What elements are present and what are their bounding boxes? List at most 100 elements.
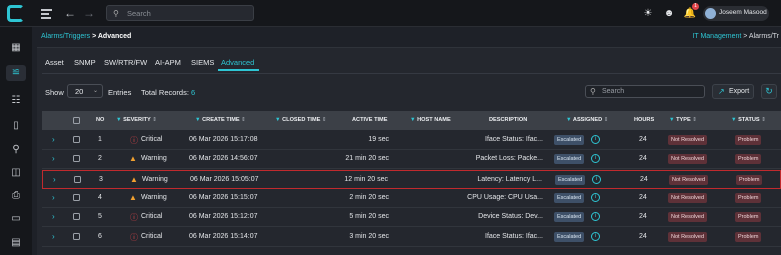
sort-icon: ⇕ — [603, 117, 609, 123]
cell-hours: 24 — [639, 155, 647, 162]
type-badge: Not Resolved — [668, 135, 708, 145]
col-host-name[interactable]: ▼ HOST NAME — [410, 117, 451, 123]
row-checkbox[interactable] — [73, 194, 80, 201]
magnifier-icon[interactable]: ⚲ — [10, 144, 22, 156]
table-row[interactable]: › 5 ⓘ Critical 06 Mar 2026 15:12:07 5 min 20 … — [42, 208, 781, 227]
info-icon[interactable]: i — [591, 232, 600, 241]
expand-row-icon[interactable]: › — [52, 193, 55, 202]
cell-hours: 24 — [639, 194, 647, 201]
export-button[interactable]: ↗ Export — [712, 84, 754, 99]
tab-advanced[interactable]: Advanced — [221, 58, 254, 67]
cell-description: Iface Status: Ifac... — [485, 136, 543, 143]
info-icon[interactable]: i — [591, 135, 600, 144]
table-row[interactable]: › 2 ▲ Warning 06 Mar 2026 14:56:07 21 min 20 … — [42, 150, 781, 169]
row-checkbox[interactable] — [73, 213, 80, 220]
sort-icon: ⇕ — [321, 117, 327, 123]
col-create-time[interactable]: ▼ CREATE TIME ⇕ — [195, 117, 246, 123]
col-type[interactable]: ▼ TYPE ⇕ — [669, 117, 697, 123]
table-search-input[interactable]: ⚲ Search — [585, 85, 705, 98]
cell-severity: Critical — [141, 136, 163, 143]
app-logo[interactable] — [7, 5, 24, 22]
info-icon[interactable]: i — [591, 212, 600, 221]
cell-no: 5 — [98, 213, 102, 220]
info-icon[interactable]: i — [592, 175, 601, 184]
type-badge: Not Resolved — [668, 212, 708, 222]
warning-icon: ▲ — [129, 154, 137, 163]
devices-icon[interactable]: ◫ — [10, 167, 22, 179]
table-row[interactable]: › 3 ▲ Warning 06 Mar 2026 15:05:07 12 min 20 … — [42, 170, 781, 189]
page-size-select[interactable]: 20 ⌄ — [67, 84, 103, 98]
total-records-value: 6 — [191, 88, 196, 97]
info-icon[interactable]: i — [591, 154, 600, 163]
status-badge: Problem — [736, 175, 763, 185]
export-label: Export — [729, 88, 750, 95]
breadcrumb-root[interactable]: IT Management — [692, 33, 741, 40]
row-checkbox[interactable] — [73, 233, 80, 240]
tab-ai-apm[interactable]: AI-APM — [155, 58, 181, 67]
table-row[interactable]: › 6 ⓘ Critical 06 Mar 2026 15:14:07 3 min 20 … — [42, 228, 781, 247]
type-badge: Not Resolved — [669, 175, 709, 185]
col-closed-time[interactable]: ▼ CLOSED TIME ⇕ — [275, 117, 327, 123]
arrow-right-icon[interactable]: → — [83, 6, 95, 20]
avatar — [705, 8, 716, 19]
sidebar: ▦ ≌ ☷ ▯ ⚲ ◫ ⎙ ▭ ▤ — [0, 27, 32, 255]
warning-icon: ▲ — [130, 175, 138, 184]
col-description: DESCRIPTION — [489, 117, 528, 123]
filter-icon: ▼ — [669, 117, 675, 123]
expand-row-icon[interactable]: › — [52, 212, 55, 221]
sun-icon[interactable]: ☀ — [641, 7, 655, 21]
menu-icon[interactable] — [41, 9, 52, 19]
user-circle-icon[interactable]: ☻ — [662, 7, 676, 21]
cell-active-time: 12 min 20 sec — [344, 176, 388, 183]
user-menu[interactable]: Joseem Masood — [703, 6, 769, 21]
cell-severity: Warning — [141, 194, 167, 201]
global-search-input[interactable]: ⚲ Search — [106, 5, 254, 21]
expand-row-icon[interactable]: › — [52, 154, 55, 163]
expand-row-icon[interactable]: › — [52, 232, 55, 241]
col-type-label: TYPE — [676, 117, 691, 123]
user-name: Joseem Masood — [719, 9, 767, 16]
info-icon[interactable]: i — [591, 193, 600, 202]
network-icon[interactable]: ≌ — [6, 65, 26, 81]
row-checkbox[interactable] — [73, 136, 80, 143]
tab-snmp[interactable]: SNMP — [74, 58, 96, 67]
row-checkbox[interactable] — [74, 176, 81, 183]
critical-icon: ⓘ — [130, 136, 138, 145]
dashboard-icon[interactable]: ▦ — [10, 42, 22, 54]
expand-row-icon[interactable]: › — [52, 135, 55, 144]
cell-hours: 24 — [640, 176, 648, 183]
refresh-icon[interactable]: ↻ — [761, 84, 777, 99]
cell-create-time: 06 Mar 2026 15:17:08 — [189, 136, 258, 143]
type-badge: Not Resolved — [668, 193, 708, 203]
col-assigned[interactable]: ▼ ASSIGNED ⇕ — [566, 117, 608, 123]
tab-sw-rtr-fw[interactable]: SW/RTR/FW — [104, 58, 147, 67]
report-icon[interactable]: ▤ — [10, 237, 22, 249]
expand-row-icon[interactable]: › — [53, 175, 56, 184]
col-hours: HOURS — [634, 117, 655, 123]
cell-create-time: 06 Mar 2026 15:15:07 — [189, 194, 258, 201]
cell-create-time: 06 Mar 2026 14:56:07 — [189, 155, 258, 162]
status-badge: Problem — [735, 193, 762, 203]
database-icon[interactable]: ☷ — [10, 95, 22, 107]
monitor-icon[interactable]: ▭ — [10, 213, 22, 225]
col-host-name-label: HOST NAME — [417, 117, 451, 123]
col-status[interactable]: ▼ STATUS ⇕ — [731, 117, 766, 123]
critical-icon: ⓘ — [130, 213, 138, 222]
tab-asset[interactable]: Asset — [45, 58, 64, 67]
tab-siems[interactable]: SIEMS — [191, 58, 214, 67]
device-icon[interactable]: ▯ — [10, 120, 22, 132]
search-icon: ⚲ — [590, 87, 596, 96]
cell-description: Latency: Latency L... — [477, 176, 542, 183]
col-severity[interactable]: ▼ SEVERITY ⇕ — [116, 117, 157, 123]
col-severity-label: SEVERITY — [123, 117, 151, 123]
cell-description: Device Status: Dev... — [478, 213, 543, 220]
printer-icon[interactable]: ⎙ — [10, 190, 22, 202]
sort-icon: ⇕ — [152, 117, 157, 123]
row-checkbox[interactable] — [73, 155, 80, 162]
table-row[interactable]: › 1 ⓘ Critical 06 Mar 2026 15:17:08 19 sec Ifa… — [42, 131, 781, 150]
arrow-left-icon[interactable]: ← — [64, 6, 76, 20]
breadcrumb-parent[interactable]: Alarms/Triggers — [41, 33, 90, 40]
table-row[interactable]: › 4 ▲ Warning 06 Mar 2026 15:15:07 2 min 20 s… — [42, 189, 781, 208]
cell-create-time: 06 Mar 2026 15:14:07 — [189, 233, 258, 240]
select-all-checkbox[interactable] — [73, 117, 80, 124]
